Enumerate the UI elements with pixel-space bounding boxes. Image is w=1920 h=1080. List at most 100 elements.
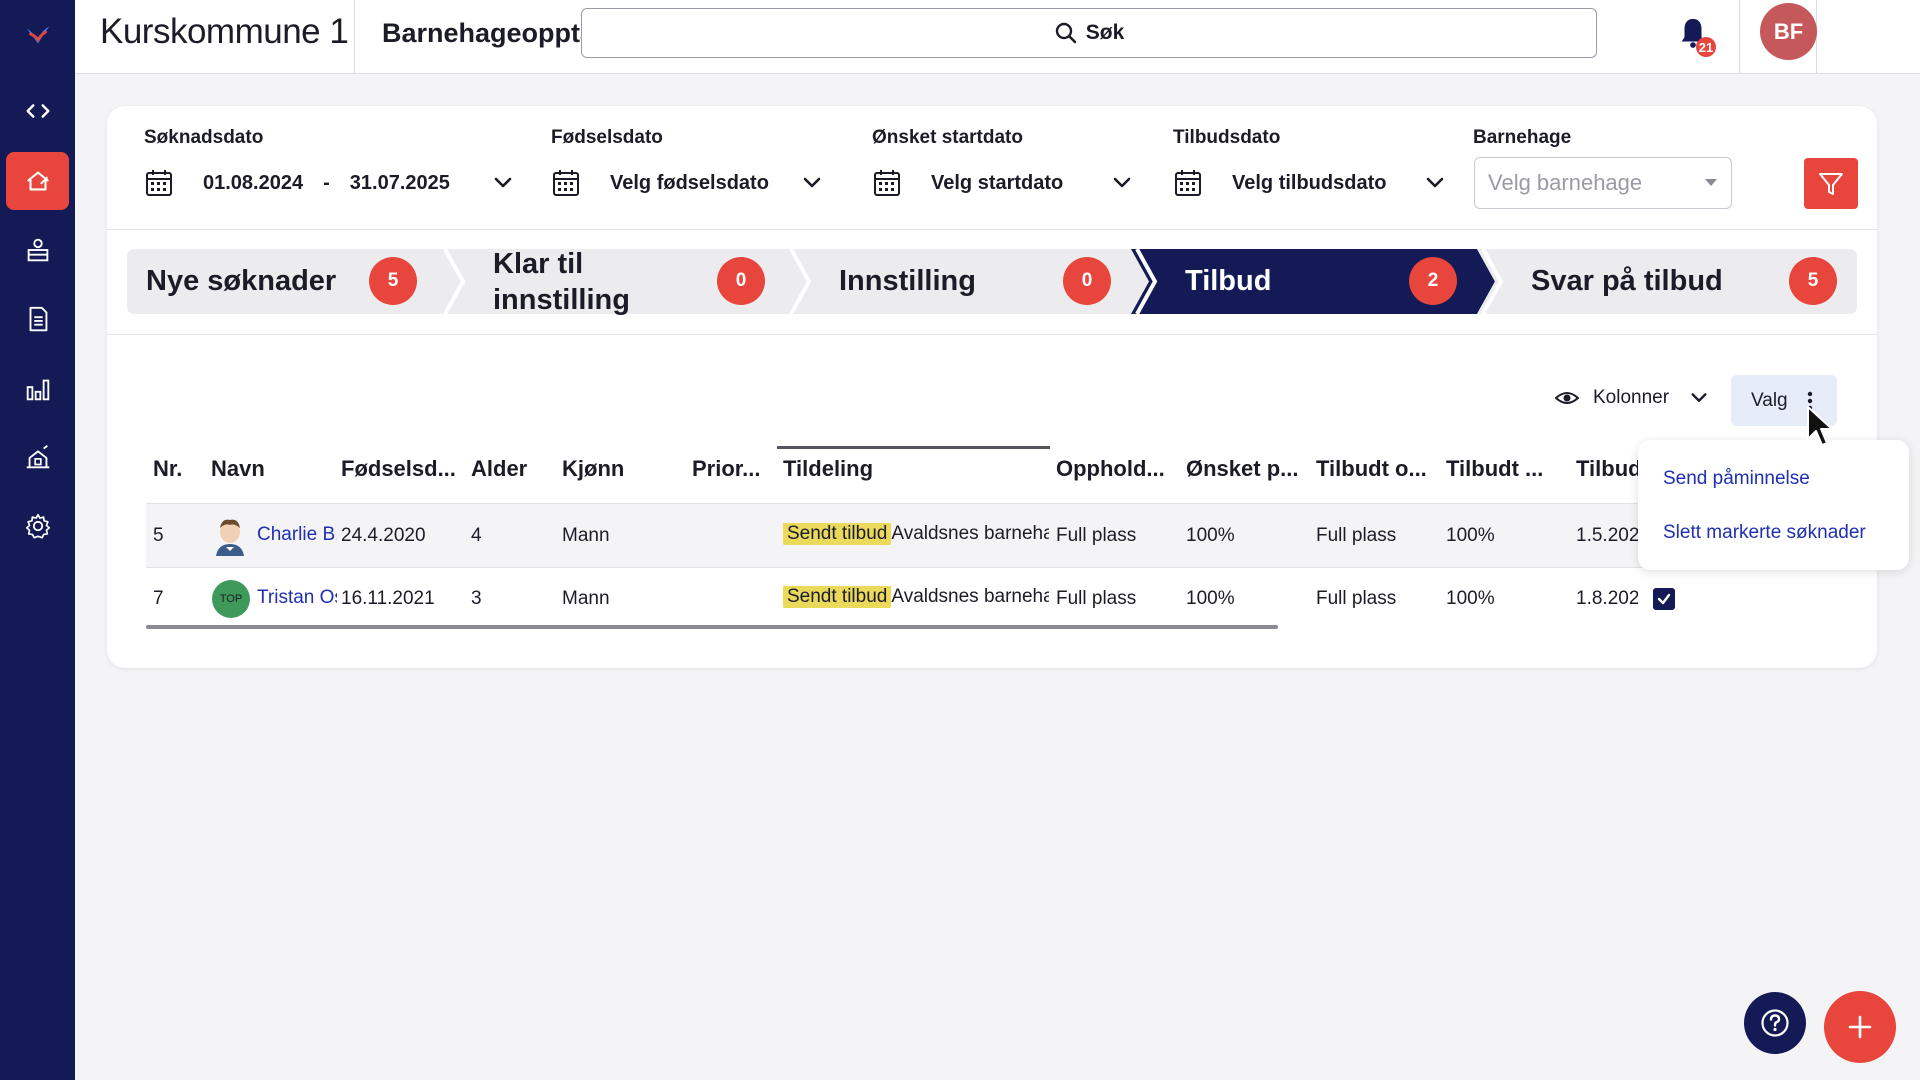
stage-label-line1: Klar til (493, 248, 584, 280)
column-header-nr[interactable]: Nr. (153, 456, 182, 482)
bar-chart-icon (26, 379, 49, 401)
app-logo[interactable] (6, 5, 69, 63)
fodselsdato-value: Velg fødselsdato (610, 171, 769, 194)
stage-innstilling[interactable]: Innstilling 0 (785, 249, 1149, 314)
column-sort-indicator (777, 446, 1050, 449)
sidebar (0, 0, 75, 1080)
filter-funnel-icon (1819, 172, 1843, 195)
add-button[interactable] (1824, 991, 1896, 1063)
filter-divider (107, 229, 1877, 230)
sidebar-item-statistics[interactable] (6, 360, 69, 418)
eye-icon (1555, 392, 1579, 404)
stage-label: Innstilling (839, 265, 976, 297)
stage-count-badge: 0 (1063, 257, 1111, 305)
chevron-down-icon (1427, 177, 1444, 188)
filter-button[interactable] (1804, 158, 1858, 209)
tilbudsdato-picker[interactable]: Velg tilbudsdato (1173, 168, 1446, 198)
filter-label-barnehage: Barnehage (1473, 127, 1572, 148)
table-horizontal-scrollbar[interactable] (146, 625, 1278, 629)
column-header-tilbudt-prosent[interactable]: Tilbudt ... (1446, 456, 1543, 482)
kindergarten-name: Avaldsnes barnehage (891, 586, 1049, 607)
row-select-checkbox[interactable] (1653, 588, 1675, 610)
child-initials-avatar: TOP (212, 580, 250, 618)
checkmark-icon (1657, 593, 1671, 605)
column-header-tilbudt-opphold[interactable]: Tilbudt o... (1316, 456, 1427, 482)
soknadsdato-range-picker[interactable]: 01.08.2024 - 31.07.2025 (144, 168, 514, 198)
cell-birthdate: 24.4.2020 (341, 525, 426, 546)
cell-nr: 7 (153, 588, 164, 609)
question-icon (1761, 1009, 1789, 1037)
chevron-down-icon (1113, 177, 1131, 188)
sidebar-item-settings[interactable] (6, 497, 69, 555)
status-badge: Sendt tilbud (783, 586, 892, 608)
stage-count-badge: 0 (717, 257, 765, 305)
sidebar-item-kindergartens[interactable] (6, 428, 69, 486)
options-dropdown-menu: Send påminnelse Slett markerte søknader (1638, 440, 1909, 570)
stage-tilbud[interactable]: Tilbud 2 (1131, 249, 1495, 314)
help-button[interactable] (1744, 992, 1806, 1054)
cell-birthdate: 16.11.2021 (341, 588, 435, 609)
stage-label: Tilbud (1185, 265, 1272, 297)
fodselsdato-picker[interactable]: Velg fødselsdato (551, 168, 823, 198)
chevron-down-icon (1691, 393, 1707, 402)
sidebar-item-documents[interactable] (6, 290, 69, 348)
cell-age: 3 (471, 588, 482, 609)
child-name-link[interactable]: Charlie B.Ø (257, 524, 337, 546)
filter-label-fodselsdato: Fødselsdato (551, 127, 663, 148)
startdato-value: Velg startdato (931, 171, 1064, 194)
code-arrows-icon (26, 104, 49, 118)
menu-item-send-reminder[interactable]: Send påminnelse (1663, 468, 1810, 490)
barnehage-select[interactable]: Velg barnehage (1474, 157, 1732, 209)
cell-opphold: Full plass (1056, 525, 1137, 546)
person-box-icon (27, 238, 48, 262)
sidebar-item-admission[interactable] (6, 152, 69, 210)
notifications-button[interactable]: 21 (1672, 14, 1718, 60)
filter-label-tilbudsdato: Tilbudsdato (1173, 127, 1281, 148)
header-divider (1739, 0, 1740, 73)
cell-tildeling: Sendt tilbudAvaldsnes barnehage (783, 586, 1049, 608)
startdato-picker[interactable]: Velg startdato (872, 168, 1133, 198)
column-header-tilbud[interactable]: Tilbud (1576, 456, 1638, 482)
stage-count-badge: 5 (369, 257, 417, 305)
tilbudsdato-value: Velg tilbudsdato (1232, 171, 1387, 194)
chevron-down-icon (494, 177, 512, 188)
stage-count-badge: 2 (1409, 257, 1457, 305)
column-header-kjonn[interactable]: Kjønn (562, 456, 624, 482)
calendar-icon (146, 170, 172, 196)
column-header-opphold[interactable]: Opphold... (1056, 456, 1165, 482)
date-range-dash: - (323, 171, 330, 194)
column-header-tildeling[interactable]: Tildeling (783, 456, 873, 482)
building-icon (26, 445, 49, 469)
cell-tilbud-dato: 1.8.2025 (1576, 588, 1638, 609)
menu-item-delete-selected[interactable]: Slett markerte søknader (1663, 522, 1866, 544)
stage-count-badge: 5 (1789, 257, 1837, 305)
stage-svar-pa-tilbud[interactable]: Svar på tilbud 5 (1477, 249, 1857, 314)
options-label: Valg (1751, 389, 1788, 411)
search-input[interactable]: Søk (581, 8, 1597, 58)
calendar-icon (1175, 170, 1201, 196)
sidebar-item-children[interactable] (6, 221, 69, 279)
expand-sidebar-button[interactable] (6, 82, 69, 140)
pipeline-divider (107, 334, 1877, 335)
column-header-onsket[interactable]: Ønsket p... (1186, 456, 1298, 482)
column-header-fodselsdato[interactable]: Fødselsd... (341, 456, 456, 482)
status-badge: Sendt tilbud (783, 523, 892, 545)
stage-nye-soknader[interactable]: Nye søknader 5 (127, 249, 457, 314)
cell-gender: Mann (562, 525, 610, 546)
cell-tilbudt-opphold: Full plass (1316, 588, 1397, 609)
stage-klar-til-innstilling[interactable]: Klar til innstilling 0 (439, 248, 803, 316)
caret-down-icon (1705, 179, 1717, 186)
plus-icon (1848, 1015, 1872, 1039)
notification-count-badge: 21 (1696, 37, 1716, 57)
user-avatar[interactable]: BF (1760, 3, 1817, 60)
child-name-link[interactable]: Tristan Os (257, 587, 337, 609)
kindergarten-name: Avaldsnes barnehage (891, 523, 1049, 544)
cell-age: 4 (471, 525, 482, 546)
column-header-navn[interactable]: Navn (211, 456, 265, 482)
cell-tildeling: Sendt tilbudAvaldsnes barnehage (783, 523, 1049, 545)
column-header-alder[interactable]: Alder (471, 456, 527, 482)
cell-tilbudt-prosent: 100% (1446, 525, 1495, 546)
calendar-icon (553, 170, 579, 196)
columns-toggle[interactable]: Kolonner (1555, 386, 1709, 410)
column-header-prioritet[interactable]: Prior... (692, 456, 760, 482)
